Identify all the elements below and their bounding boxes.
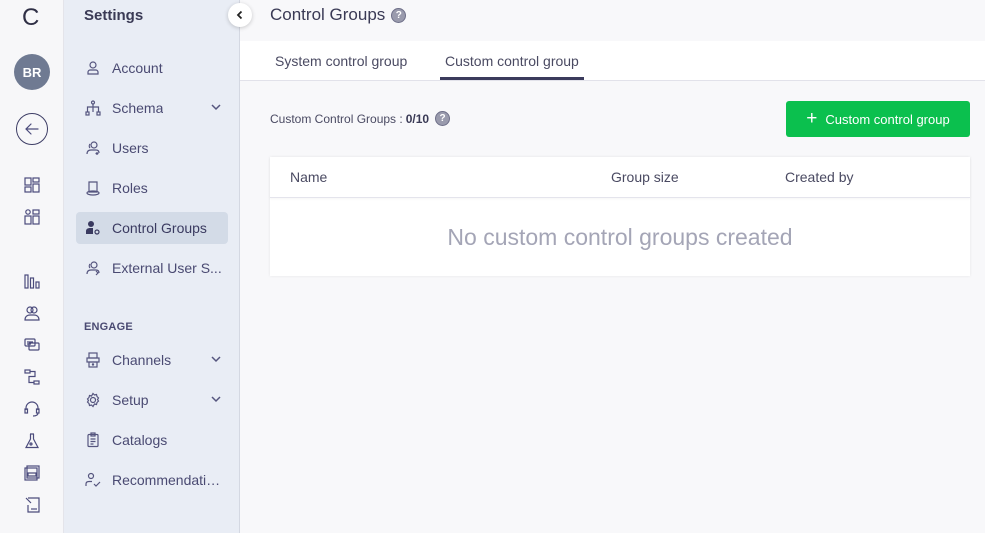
page-title: Control Groups ? bbox=[270, 5, 407, 25]
empty-state-message: No custom control groups created bbox=[447, 224, 793, 250]
counter-value: 0/10 bbox=[405, 111, 430, 126]
avatar[interactable]: BR bbox=[14, 54, 50, 90]
sidebar-item-label: Account bbox=[112, 60, 163, 76]
content-icon[interactable] bbox=[22, 463, 42, 483]
back-button[interactable] bbox=[16, 113, 48, 145]
users-icon bbox=[84, 139, 102, 157]
user-icon bbox=[84, 59, 102, 77]
chevron-left-icon bbox=[236, 10, 243, 20]
sidebar-item-label: Setup bbox=[112, 392, 149, 408]
roles-icon bbox=[84, 179, 102, 197]
sidebar-item-roles[interactable]: Roles bbox=[76, 172, 228, 204]
add-custom-control-group-button[interactable]: + Custom control group bbox=[786, 101, 970, 137]
tab-custom-control-group[interactable]: Custom control group bbox=[440, 53, 584, 80]
sidebar-item-setup[interactable]: Setup bbox=[76, 384, 228, 416]
sidebar-item-label: Channels bbox=[112, 352, 172, 368]
icon-rail: C BR bbox=[0, 0, 64, 533]
column-header-name[interactable]: Name bbox=[290, 169, 327, 185]
analytics-icon[interactable] bbox=[22, 271, 42, 291]
help-icon[interactable]: ? bbox=[435, 111, 451, 126]
table-header: Name Group size Created by bbox=[270, 157, 970, 198]
sidebar-item-catalogs[interactable]: Catalogs bbox=[76, 424, 228, 456]
section-label-engage: ENGAGE bbox=[84, 321, 133, 333]
sidebar-item-schema[interactable]: Schema bbox=[76, 92, 228, 124]
column-header-created-by[interactable]: Created by bbox=[785, 169, 853, 185]
sidebar-item-label: Catalogs bbox=[112, 432, 168, 448]
sidebar-item-label: External User S... bbox=[112, 260, 222, 276]
schema-icon bbox=[84, 99, 102, 117]
sidebar-item-label: Control Groups bbox=[112, 220, 207, 236]
reports-icon[interactable] bbox=[22, 495, 42, 515]
sidebar-item-account[interactable]: Account bbox=[76, 52, 228, 84]
control-groups-table: Name Group size Created by No custom con… bbox=[270, 157, 970, 276]
experiments-icon[interactable] bbox=[22, 431, 42, 451]
chevron-down-icon[interactable] bbox=[210, 353, 222, 365]
sidebar-item-label: Schema bbox=[112, 100, 164, 116]
custom-group-counter: Custom Control Groups : 0/10 ? bbox=[270, 111, 451, 126]
channels-icon bbox=[84, 351, 102, 369]
help-icon[interactable]: ? bbox=[391, 7, 407, 23]
tab-bar: System control group Custom control grou… bbox=[240, 41, 985, 81]
gear-icon bbox=[84, 391, 102, 409]
settings-sidebar: Settings Account Schema Users Roles Cont… bbox=[64, 0, 240, 533]
recommendation-icon bbox=[84, 471, 102, 489]
sidebar-item-control-groups[interactable]: Control Groups bbox=[76, 212, 228, 244]
sidebar-item-channels[interactable]: Channels bbox=[76, 344, 228, 376]
control-group-icon bbox=[84, 219, 102, 237]
chevron-down-icon[interactable] bbox=[210, 393, 222, 405]
tab-system-control-group[interactable]: System control group bbox=[275, 53, 407, 69]
sidebar-title: Settings bbox=[84, 7, 144, 24]
plus-icon: + bbox=[806, 108, 818, 129]
external-users-icon bbox=[84, 259, 102, 277]
segments-icon[interactable] bbox=[22, 303, 42, 323]
messages-icon[interactable] bbox=[22, 335, 42, 355]
collapse-sidebar-button[interactable] bbox=[228, 3, 252, 27]
sidebar-item-users[interactable]: Users bbox=[76, 132, 228, 164]
dashboard-users-icon[interactable] bbox=[22, 207, 42, 227]
dashboard-icon[interactable] bbox=[22, 175, 42, 195]
sidebar-item-label: Recommendatio... bbox=[112, 472, 222, 488]
sidebar-item-label: Users bbox=[112, 140, 149, 156]
support-icon[interactable] bbox=[22, 399, 42, 419]
sidebar-item-external-users[interactable]: External User S... bbox=[76, 252, 228, 284]
app-logo[interactable]: C bbox=[22, 4, 39, 32]
page-title-text: Control Groups bbox=[270, 5, 386, 24]
column-header-group-size[interactable]: Group size bbox=[611, 169, 679, 185]
sidebar-item-label: Roles bbox=[112, 180, 148, 196]
main-content: Control Groups ? System control group Cu… bbox=[240, 0, 985, 533]
catalog-icon bbox=[84, 431, 102, 449]
back-arrow-icon bbox=[25, 123, 39, 135]
journeys-icon[interactable] bbox=[22, 367, 42, 387]
counter-label: Custom Control Groups : bbox=[270, 111, 403, 126]
sidebar-item-recommendations[interactable]: Recommendatio... bbox=[76, 464, 228, 496]
chevron-down-icon[interactable] bbox=[210, 101, 222, 113]
add-button-label: Custom control group bbox=[825, 111, 950, 127]
